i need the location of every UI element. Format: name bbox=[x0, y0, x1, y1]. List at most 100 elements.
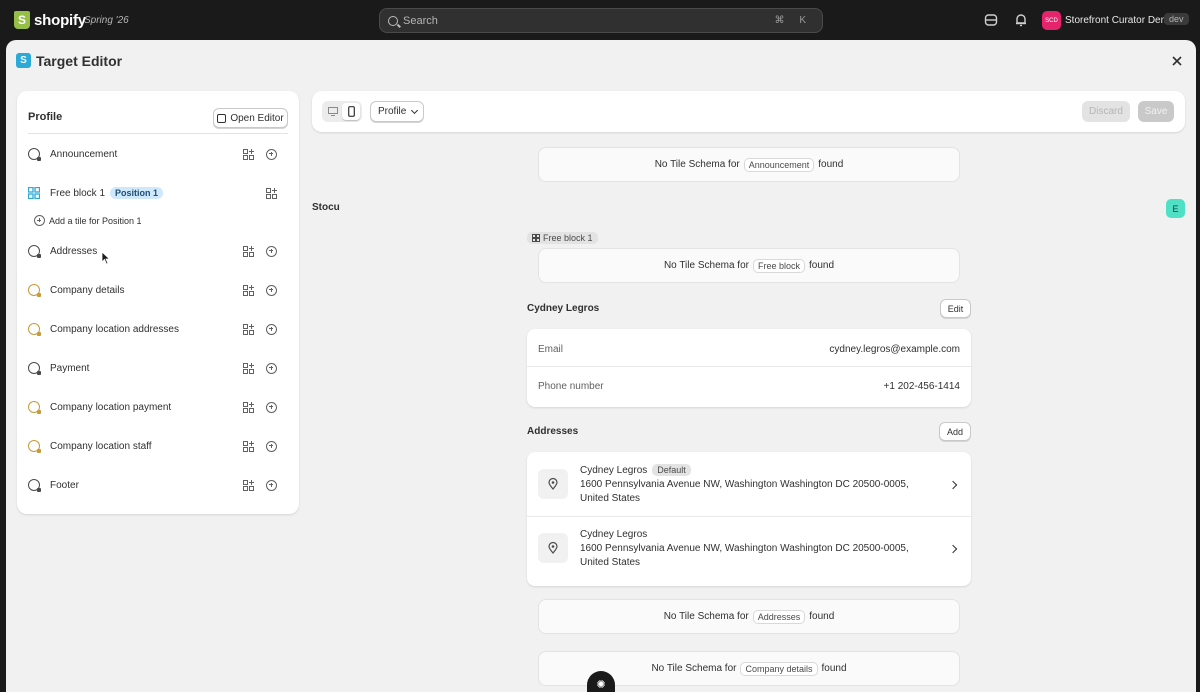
preview-toolbar: Profile Discard Save bbox=[312, 91, 1185, 132]
target-icon bbox=[28, 148, 41, 161]
open-editor-button[interactable]: Open Editor bbox=[213, 108, 288, 128]
tiles-grid-icon[interactable] bbox=[243, 401, 254, 413]
add-tile-plus-icon[interactable] bbox=[266, 148, 277, 160]
divider bbox=[28, 133, 288, 134]
search-icon bbox=[388, 15, 398, 26]
mobile-view-button[interactable] bbox=[342, 103, 360, 120]
location-pin-icon bbox=[538, 469, 568, 499]
block-item-announcement[interactable]: Announcement bbox=[28, 144, 288, 164]
address-item[interactable]: Cydney Legros 1600 Pennsylvania Avenue N… bbox=[527, 522, 971, 592]
default-badge: Default bbox=[652, 464, 691, 476]
block-label: Addresses bbox=[50, 245, 98, 257]
shopify-bag-icon bbox=[14, 11, 30, 29]
block-item-company-location-addresses[interactable]: Company location addresses bbox=[28, 319, 288, 339]
block-item-footer[interactable]: Footer bbox=[28, 475, 288, 495]
schema-chip: Announcement bbox=[743, 157, 815, 172]
target-icon bbox=[28, 245, 41, 258]
edition-label: Spring '26 bbox=[84, 15, 129, 26]
modal-title: Target Editor bbox=[36, 53, 123, 69]
phone-label: Phone number bbox=[538, 381, 604, 392]
block-label: Company details bbox=[50, 284, 125, 296]
notice-text: found bbox=[809, 611, 835, 622]
add-tile-plus-icon[interactable] bbox=[266, 245, 277, 257]
device-toggle[interactable] bbox=[322, 101, 362, 122]
tiles-grid-icon[interactable] bbox=[243, 148, 254, 160]
block-item-company-location-payment[interactable]: Company location payment bbox=[28, 397, 288, 417]
add-tile-plus-icon[interactable] bbox=[266, 362, 277, 374]
modal-header: S Target Editor bbox=[6, 40, 1196, 82]
position-badge: Position 1 bbox=[110, 187, 164, 199]
schema-chip: Company details bbox=[740, 661, 818, 676]
search-input[interactable] bbox=[403, 14, 763, 27]
no-schema-notice: No Tile Schema for Free block found bbox=[538, 248, 960, 283]
block-item-payment[interactable]: Payment bbox=[28, 358, 288, 378]
add-tile-plus-icon[interactable] bbox=[266, 401, 277, 413]
bell-icon[interactable] bbox=[1014, 13, 1028, 27]
add-address-button[interactable]: Add bbox=[939, 422, 971, 441]
address-name: Cydney Legros bbox=[580, 464, 648, 476]
add-tile-plus-icon[interactable] bbox=[266, 440, 277, 452]
store-env-badge: dev bbox=[1164, 13, 1189, 25]
free-block-icon bbox=[532, 234, 540, 242]
sidekick-icon[interactable] bbox=[984, 13, 998, 27]
location-pin-icon bbox=[538, 533, 568, 563]
tiles-grid-icon[interactable] bbox=[243, 245, 254, 257]
no-schema-notice: No Tile Schema for Addresses found bbox=[538, 599, 960, 634]
address-name-row: Cydney Legros bbox=[580, 529, 647, 540]
tiles-grid-icon[interactable] bbox=[243, 323, 254, 335]
notice-text: No Tile Schema for bbox=[663, 611, 749, 622]
free-block-chip: Free block 1 bbox=[527, 232, 598, 244]
edit-button[interactable]: Edit bbox=[940, 299, 971, 318]
notice-text: No Tile Schema for bbox=[663, 260, 749, 271]
add-tile-button[interactable]: Add a tile for Position 1 bbox=[34, 215, 142, 226]
notice-text: found bbox=[818, 159, 844, 170]
free-block-icon bbox=[28, 187, 40, 199]
phone-row: Phone number +1 202-456-1414 bbox=[527, 366, 971, 407]
tiles-grid-icon[interactable] bbox=[243, 479, 254, 491]
search-bar[interactable]: ⌘ K bbox=[379, 8, 823, 33]
shopify-logo[interactable]: shopify bbox=[14, 11, 86, 29]
desktop-view-button[interactable] bbox=[324, 103, 342, 120]
save-button[interactable]: Save bbox=[1138, 101, 1174, 122]
discard-button[interactable]: Discard bbox=[1082, 101, 1130, 122]
toolbar-toggle-button[interactable]: ✺ bbox=[587, 671, 615, 692]
search-shortcut: ⌘ K bbox=[774, 15, 812, 26]
tiles-grid-icon[interactable] bbox=[266, 187, 277, 199]
profile-panel: Profile Open Editor Announcement Free bl… bbox=[17, 91, 299, 514]
tiles-grid-icon[interactable] bbox=[243, 362, 254, 374]
external-link-icon bbox=[217, 113, 227, 123]
address-item[interactable]: Cydney Legros Default 1600 Pennsylvania … bbox=[527, 452, 971, 522]
block-label: Footer bbox=[50, 479, 79, 491]
notice-text: found bbox=[821, 663, 847, 674]
page-select-value: Profile bbox=[378, 106, 407, 117]
block-label: Free block 1 bbox=[50, 187, 106, 199]
tiles-grid-icon[interactable] bbox=[243, 440, 254, 452]
tiles-grid-icon[interactable] bbox=[243, 284, 254, 296]
brand-name: shopify bbox=[34, 11, 86, 29]
add-tile-plus-icon[interactable] bbox=[266, 284, 277, 296]
block-item-company-location-staff[interactable]: Company location staff bbox=[28, 436, 288, 456]
block-item-free-block-1[interactable]: Free block 1 Position 1 bbox=[28, 183, 288, 203]
free-block-chip-label: Free block 1 bbox=[543, 233, 593, 243]
email-value: cydney.legros@example.com bbox=[829, 344, 960, 355]
target-icon bbox=[28, 440, 41, 453]
address-name-row: Cydney Legros Default bbox=[580, 464, 691, 476]
block-item-company-details[interactable]: Company details bbox=[28, 280, 288, 300]
block-label: Announcement bbox=[50, 148, 118, 160]
customer-name: Cydney Legros bbox=[527, 303, 600, 314]
editor-avatar[interactable]: E bbox=[1166, 199, 1185, 218]
address-line: 1600 Pennsylvania Avenue NW, Washington … bbox=[580, 543, 909, 568]
schema-chip: Free block bbox=[752, 258, 806, 273]
close-icon[interactable] bbox=[1170, 54, 1184, 68]
section-label: Stocu bbox=[312, 202, 340, 213]
block-item-addresses[interactable]: Addresses bbox=[28, 241, 288, 261]
block-label: Company location payment bbox=[50, 401, 172, 413]
store-name[interactable]: Storefront Curator Demo bbox=[1065, 15, 1175, 26]
add-tile-plus-icon[interactable] bbox=[266, 479, 277, 491]
page-select[interactable]: Profile bbox=[370, 101, 424, 122]
add-tile-plus-icon[interactable] bbox=[266, 323, 277, 335]
store-avatar[interactable]: SCD bbox=[1042, 11, 1061, 30]
block-label: Company location staff bbox=[50, 440, 152, 452]
email-row: Email cydney.legros@example.com bbox=[527, 329, 971, 370]
notice-text: found bbox=[809, 260, 835, 271]
